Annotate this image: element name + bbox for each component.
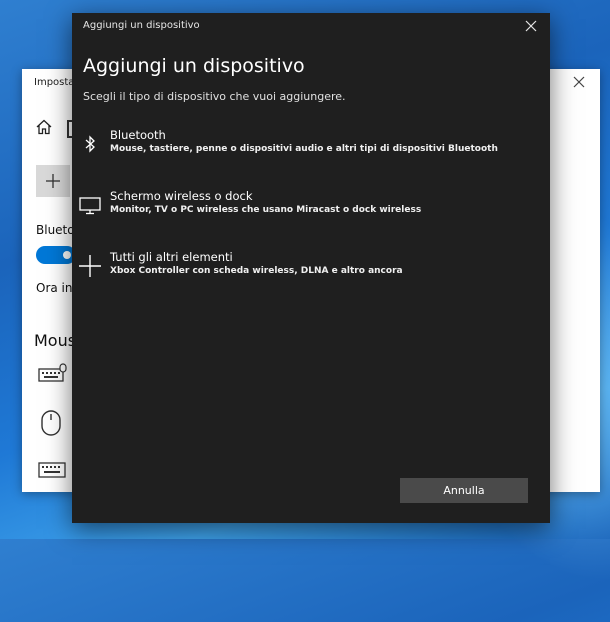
dialog-window-title: Aggiungi un dispositivo	[83, 20, 200, 31]
settings-close-icon[interactable]	[572, 75, 586, 89]
bluetooth-toggle[interactable]	[36, 246, 76, 264]
keyboard-mouse-icon	[38, 363, 67, 382]
option-title: Tutti gli altri elementi	[110, 250, 233, 264]
option-bluetooth[interactable]: Bluetooth Mouse, tastiere, penne o dispo…	[72, 128, 550, 172]
bluetooth-icon	[85, 135, 95, 153]
plus-icon	[79, 255, 101, 277]
add-device-dialog: Aggiungi un dispositivo Aggiungi un disp…	[72, 13, 550, 523]
cancel-button[interactable]: Annulla	[400, 478, 528, 503]
bluetooth-setting-label: Blueto	[36, 223, 75, 237]
settings-window-title: Imposta	[34, 77, 75, 88]
mouse-icon	[41, 410, 61, 436]
monitor-icon	[79, 197, 101, 215]
option-wireless-display[interactable]: Schermo wireless o dock Monitor, TV o PC…	[72, 189, 550, 233]
close-icon[interactable]	[524, 19, 538, 33]
option-description: Mouse, tastiere, penne o dispositivi aud…	[110, 144, 498, 154]
dialog-subtitle: Scegli il tipo di dispositivo che vuoi a…	[83, 90, 346, 103]
mouse-section-heading: Mous	[34, 331, 77, 350]
keyboard-icon	[38, 462, 66, 478]
dialog-titlebar: Aggiungi un dispositivo	[72, 13, 550, 39]
add-plus-icon	[46, 174, 60, 188]
home-icon[interactable]	[36, 119, 52, 135]
option-everything-else[interactable]: Tutti gli altri elementi Xbox Controller…	[72, 250, 550, 294]
option-description: Xbox Controller con scheda wireless, DLN…	[110, 266, 403, 276]
add-device-tile[interactable]	[36, 165, 70, 197]
option-description: Monitor, TV o PC wireless che usano Mira…	[110, 205, 422, 215]
option-title: Bluetooth	[110, 128, 166, 142]
discoverable-label: Ora in	[36, 281, 73, 295]
dialog-heading: Aggiungi un dispositivo	[83, 55, 305, 77]
option-title: Schermo wireless o dock	[110, 189, 253, 203]
